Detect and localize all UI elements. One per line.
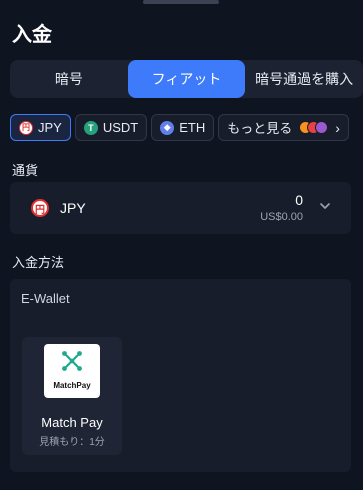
currency-usd-value: US$0.00 xyxy=(260,211,303,223)
matchpay-logo: MatchPay xyxy=(44,344,100,398)
currency-chip-row: 円 JPY T USDT ◆ ETH もっと見る › xyxy=(10,114,363,142)
currency-code: JPY xyxy=(60,200,86,216)
chip-label: ETH xyxy=(179,120,206,135)
page-title: 入金 xyxy=(12,24,52,46)
tab-crypto[interactable]: 暗号 xyxy=(10,60,128,98)
method-name: Match Pay xyxy=(41,415,103,430)
tether-icon: T xyxy=(83,120,98,135)
matchpay-mark-icon xyxy=(62,351,82,371)
chip-label: もっと見る xyxy=(227,121,293,136)
chip-eth[interactable]: ◆ ETH xyxy=(151,114,215,141)
chevron-down-icon[interactable] xyxy=(320,201,330,211)
tab-buy-crypto[interactable]: 暗号通過を購入 xyxy=(245,60,363,98)
currency-section-label: 通貨 xyxy=(12,163,39,178)
chip-label: JPY xyxy=(38,120,62,135)
chip-usdt[interactable]: T USDT xyxy=(74,114,148,141)
tab-fiat[interactable]: フィアット xyxy=(127,60,246,98)
ewallet-group-label: E-Wallet xyxy=(21,291,70,306)
method-estimate: 見積もり：1分 xyxy=(39,437,105,448)
method-card-matchpay[interactable]: MatchPay Match Pay 見積もり：1分 xyxy=(22,337,122,455)
chip-more[interactable]: もっと見る › xyxy=(218,114,349,141)
chip-jpy[interactable]: 円 JPY xyxy=(10,114,71,141)
currency-amount: 0 xyxy=(295,192,303,208)
yen-icon: 円 xyxy=(19,120,33,135)
deposit-sheet: 入金 暗号 フィアット 暗号通過を購入 円 JPY T USDT ◆ ETH も… xyxy=(0,0,363,490)
method-section-label: 入金方法 xyxy=(12,255,65,270)
ethereum-icon: ◆ xyxy=(160,120,175,135)
deposit-method-panel: E-Wallet MatchPay Match Pay 見積もり：1分 xyxy=(10,279,351,472)
currency-selector[interactable]: 円 JPY 0 US$0.00 xyxy=(10,182,351,234)
coin-stack-icon xyxy=(299,121,329,134)
chip-label: USDT xyxy=(102,120,139,135)
matchpay-logo-text: MatchPay xyxy=(53,381,91,390)
yen-flag-icon: 円 xyxy=(31,199,49,217)
sheet-drag-handle[interactable] xyxy=(143,0,219,4)
deposit-type-tabs: 暗号 フィアット 暗号通過を購入 xyxy=(10,60,363,98)
chevron-right-icon[interactable]: › xyxy=(333,120,340,136)
